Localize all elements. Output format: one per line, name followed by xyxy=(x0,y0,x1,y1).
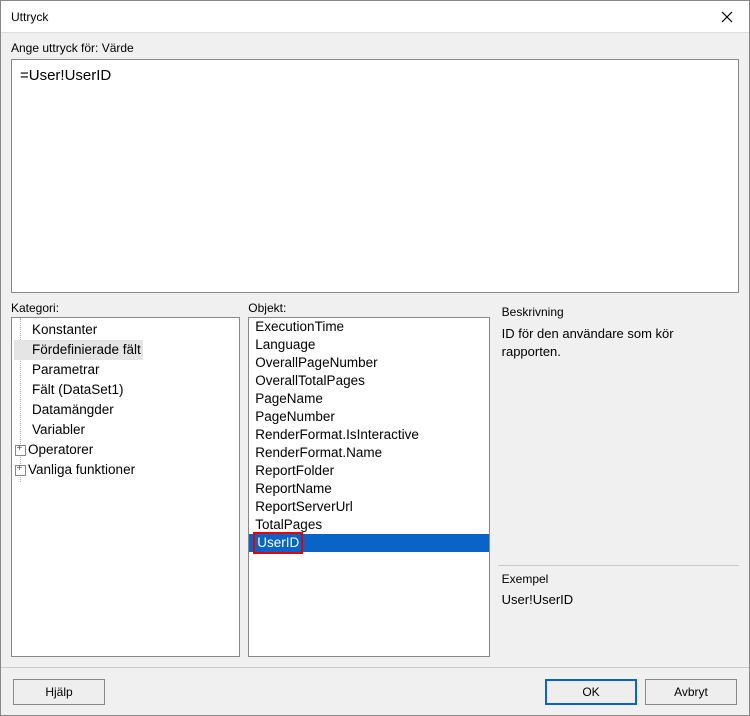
dialog-content: Ange uttryck för: Värde Kategori: Konsta… xyxy=(1,33,749,667)
expression-label: Ange uttryck för: Värde xyxy=(11,41,739,55)
help-button[interactable]: Hjälp xyxy=(13,679,105,705)
close-icon xyxy=(721,11,733,23)
panels-row: Kategori: KonstanterFördefinierade fältP… xyxy=(11,301,739,657)
example-block: Exempel User!UserID xyxy=(502,572,739,657)
category-item[interactable]: Parametrar xyxy=(14,360,237,380)
object-item[interactable]: PageNumber xyxy=(249,408,488,426)
object-label: Objekt: xyxy=(248,301,489,315)
category-item[interactable]: Datamängder xyxy=(14,400,237,420)
description-text: ID för den användare som kör rapporten. xyxy=(502,325,739,360)
object-item[interactable]: ReportFolder xyxy=(249,462,488,480)
info-panel: Beskrivning ID för den användare som kör… xyxy=(498,301,739,657)
titlebar: Uttryck xyxy=(1,1,749,33)
category-item[interactable]: Fält (DataSet1) xyxy=(14,380,237,400)
dialog-footer: Hjälp OK Avbryt xyxy=(1,667,749,715)
example-label: Exempel xyxy=(502,572,739,586)
window-title: Uttryck xyxy=(11,10,48,24)
object-item[interactable]: ReportServerUrl xyxy=(249,498,488,516)
object-item[interactable]: OverallTotalPages xyxy=(249,372,488,390)
object-item[interactable]: RenderFormat.Name xyxy=(249,444,488,462)
description-label: Beskrivning xyxy=(502,305,739,319)
category-panel: Kategori: KonstanterFördefinierade fältP… xyxy=(11,301,240,657)
cancel-button[interactable]: Avbryt xyxy=(645,679,737,705)
object-item[interactable]: TotalPages xyxy=(249,516,488,534)
description-block: Beskrivning ID för den användare som kör… xyxy=(502,305,739,360)
category-list[interactable]: KonstanterFördefinierade fältParametrarF… xyxy=(11,317,240,657)
object-item[interactable]: OverallPageNumber xyxy=(249,354,488,372)
category-item[interactable]: Variabler xyxy=(14,420,237,440)
object-item[interactable]: ReportName xyxy=(249,480,488,498)
close-button[interactable] xyxy=(704,1,749,33)
ok-button[interactable]: OK xyxy=(545,679,637,705)
example-text: User!UserID xyxy=(502,592,739,657)
separator xyxy=(498,565,739,566)
object-item[interactable]: ExecutionTime xyxy=(249,318,488,336)
object-list[interactable]: ExecutionTimeLanguageOverallPageNumberOv… xyxy=(248,317,489,657)
object-panel: Objekt: ExecutionTimeLanguageOverallPage… xyxy=(248,301,489,657)
object-item[interactable]: Language xyxy=(249,336,488,354)
object-item[interactable]: PageName xyxy=(249,390,488,408)
category-item[interactable]: Fördefinierade fält xyxy=(14,340,143,360)
category-item[interactable]: Konstanter xyxy=(14,320,237,340)
object-item[interactable]: UserID xyxy=(249,534,488,552)
category-item[interactable]: Vanliga funktioner xyxy=(14,460,237,480)
expression-dialog: Uttryck Ange uttryck för: Värde Kategori… xyxy=(0,0,750,716)
expression-input[interactable] xyxy=(11,59,739,293)
category-item[interactable]: Operatorer xyxy=(14,440,237,460)
object-item[interactable]: RenderFormat.IsInteractive xyxy=(249,426,488,444)
category-label: Kategori: xyxy=(11,301,240,315)
